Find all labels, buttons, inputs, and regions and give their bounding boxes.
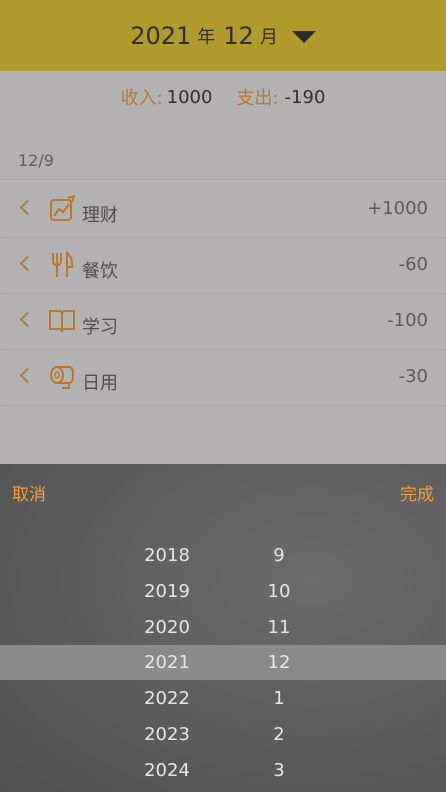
record-amount: -60	[398, 254, 428, 275]
picker-selection-band	[0, 645, 446, 680]
year-wheel[interactable]: 2018 2019 2020 2021 2022 2023 2024	[127, 538, 207, 789]
record-category: 学习	[82, 317, 118, 338]
income-value: 1000	[166, 86, 213, 108]
month-option[interactable]: 10	[239, 574, 319, 610]
done-button[interactable]: 完成	[400, 480, 434, 505]
record-category: 理财	[82, 205, 118, 226]
year-option[interactable]: 2018	[127, 538, 207, 574]
month-option[interactable]: 11	[239, 610, 319, 646]
date-picker-sheet: 取消 完成 2018 2019 2020 2021 2022 2023 2024…	[0, 464, 446, 792]
year-unit: 年	[197, 26, 216, 48]
record-list: 理财 +1000 餐饮 -60 学习 -100 日用 -30	[0, 182, 446, 406]
record-category: 日用	[82, 373, 118, 394]
picker-toolbar: 取消 完成	[0, 464, 446, 514]
year-option[interactable]: 2020	[127, 610, 207, 646]
year-option[interactable]: 2024	[127, 753, 207, 789]
record-amount: -30	[398, 366, 428, 387]
book-icon	[49, 310, 75, 333]
record-category: 餐饮	[82, 261, 118, 282]
month-option[interactable]: 9	[239, 538, 319, 574]
year-option[interactable]: 2023	[127, 717, 207, 753]
cancel-button[interactable]: 取消	[12, 480, 46, 505]
month-wheel[interactable]: 9 10 11 12 1 2 3	[239, 538, 319, 789]
record-item-study[interactable]: 学习 -100	[0, 294, 446, 350]
month-unit: 月	[259, 26, 278, 48]
month-selector[interactable]: 2021 年 12 月	[0, 0, 446, 71]
year-option[interactable]: 2019	[127, 574, 207, 610]
month-option[interactable]: 3	[239, 753, 319, 789]
date-group-header: 12/9	[0, 140, 446, 180]
month-option[interactable]: 1	[239, 681, 319, 717]
chevron-left-icon	[19, 199, 36, 216]
month-option[interactable]: 2	[239, 717, 319, 753]
year-option-selected[interactable]: 2021	[127, 645, 207, 681]
month-option-selected[interactable]: 12	[239, 645, 319, 681]
expense-value: -190	[284, 86, 326, 108]
record-item-dining[interactable]: 餐饮 -60	[0, 238, 446, 294]
date-label: 12/9	[18, 151, 54, 170]
record-amount: -100	[387, 310, 428, 331]
income-label: 收入:	[120, 88, 163, 109]
finance-chart-icon	[50, 195, 76, 221]
chevron-left-icon	[19, 367, 36, 384]
monthly-summary: 收入: 1000 支出: -190	[0, 71, 446, 123]
caret-down-icon	[291, 30, 316, 43]
record-item-daily[interactable]: 日用 -30	[0, 350, 446, 406]
selected-month: 12	[223, 21, 254, 50]
record-amount: +1000	[367, 198, 428, 219]
selected-year: 2021	[130, 21, 192, 50]
chevron-left-icon	[19, 255, 36, 272]
year-option[interactable]: 2022	[127, 681, 207, 717]
expense-label: 支出:	[236, 88, 279, 109]
record-item-finance[interactable]: 理财 +1000	[0, 182, 446, 238]
fork-knife-icon	[52, 251, 74, 277]
chevron-left-icon	[19, 311, 36, 328]
tissue-roll-icon	[50, 366, 75, 389]
